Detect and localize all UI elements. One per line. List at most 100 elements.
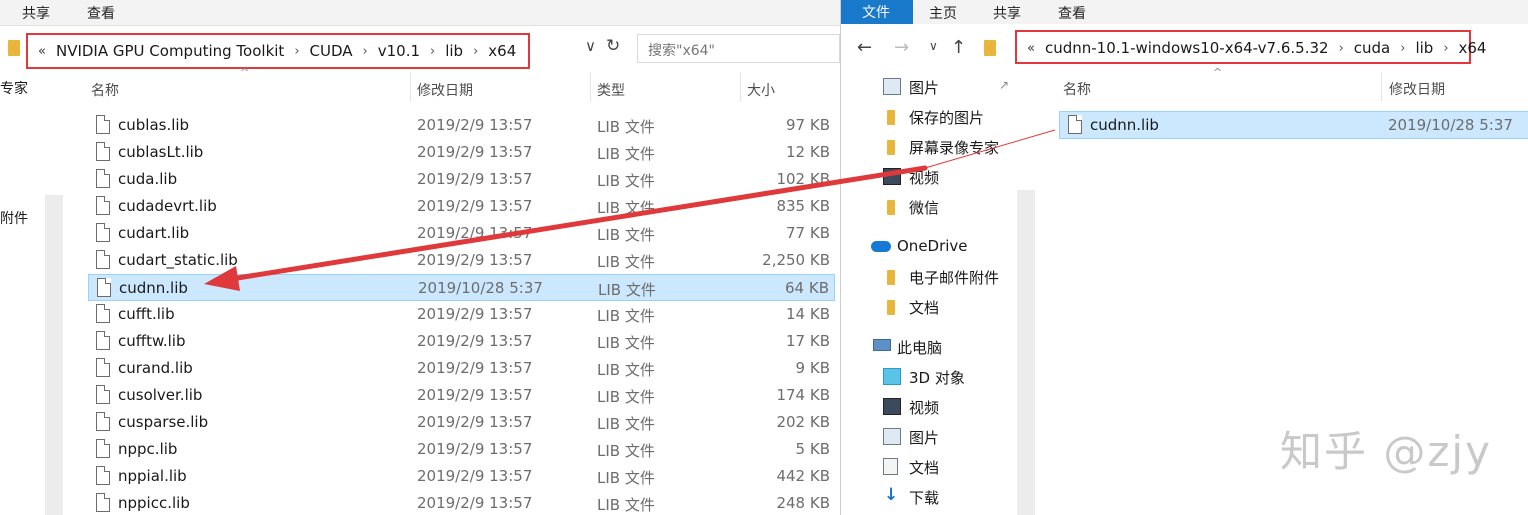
table-row[interactable]: nppial.lib 2019/2/9 13:57 LIB 文件 442 KB: [88, 463, 835, 490]
table-row[interactable]: cublasLt.lib 2019/2/9 13:57 LIB 文件 12 KB: [88, 139, 835, 166]
onedrive-icon: [871, 241, 891, 252]
column-header-name[interactable]: 名称: [1063, 79, 1091, 99]
file-date: 2019/2/9 13:57: [417, 413, 533, 431]
refresh-icon[interactable]: ↻: [606, 36, 620, 56]
ribbon-tab-view[interactable]: 查看: [87, 3, 115, 23]
file-type: LIB 文件: [597, 307, 655, 325]
table-row[interactable]: cusolver.lib 2019/2/9 13:57 LIB 文件 174 KB: [88, 382, 835, 409]
chevron-right-icon[interactable]: ›: [1443, 41, 1448, 56]
computer-icon: [873, 339, 891, 351]
file-size: 5 KB: [795, 440, 830, 458]
file-date: 2019/2/9 13:57: [417, 440, 533, 458]
table-row-selected[interactable]: cudnn.lib 2019/10/28 5:37: [1059, 111, 1528, 139]
column-divider[interactable]: [590, 72, 591, 102]
search-input[interactable]: 搜索"x64": [637, 34, 840, 63]
right-address-bar[interactable]: « cudnn-10.1-windows10-x64-v7.6.5.32 › c…: [1015, 30, 1486, 64]
table-row[interactable]: nppicc.lib 2019/2/9 13:57 LIB 文件 248 KB: [88, 490, 835, 515]
crumb-x64[interactable]: x64: [1459, 39, 1487, 57]
table-row[interactable]: cudart_static.lib 2019/2/9 13:57 LIB 文件 2,2…: [88, 247, 835, 274]
ribbon-tab-share[interactable]: 共享: [22, 3, 50, 23]
file-date: 2019/2/9 13:57: [417, 170, 533, 188]
file-date: 2019/2/9 13:57: [417, 224, 533, 242]
file-date: 2019/2/9 13:57: [417, 305, 533, 323]
address-overflow-icon[interactable]: «: [38, 44, 46, 59]
folder-icon: [887, 270, 895, 285]
file-name: cudadevrt.lib: [118, 197, 217, 215]
chevron-right-icon[interactable]: ›: [363, 44, 368, 59]
file-type: LIB 文件: [597, 253, 655, 271]
file-icon: [96, 385, 110, 404]
file-date: 2019/2/9 13:57: [417, 332, 533, 350]
table-row[interactable]: cufft.lib 2019/2/9 13:57 LIB 文件 14 KB: [88, 301, 835, 328]
file-icon: [96, 304, 110, 323]
left-address-bar[interactable]: « NVIDIA GPU Computing Toolkit › CUDA › …: [26, 33, 530, 69]
file-type: LIB 文件: [597, 145, 655, 163]
pictures-icon: [883, 78, 901, 95]
file-size: 2,250 KB: [762, 251, 830, 269]
file-size: 9 KB: [795, 359, 830, 377]
nav-scrollbar[interactable]: [45, 195, 63, 515]
crumb-x64[interactable]: x64: [488, 42, 516, 60]
ribbon-tab-home[interactable]: 主页: [929, 3, 957, 23]
file-size: 17 KB: [786, 332, 830, 350]
back-arrow-icon[interactable]: ←: [857, 37, 872, 58]
table-row[interactable]: cufftw.lib 2019/2/9 13:57 LIB 文件 17 KB: [88, 328, 835, 355]
file-date: 2019/2/9 13:57: [417, 494, 533, 512]
chevron-down-icon[interactable]: ∨: [585, 37, 596, 55]
column-header-date[interactable]: 修改日期: [1389, 79, 1445, 99]
table-row[interactable]: nppc.lib 2019/2/9 13:57 LIB 文件 5 KB: [88, 436, 835, 463]
table-row[interactable]: cudart.lib 2019/2/9 13:57 LIB 文件 77 KB: [88, 220, 835, 247]
file-size: 174 KB: [776, 386, 830, 404]
pin-icon[interactable]: ↗: [999, 78, 1009, 92]
table-row[interactable]: cublas.lib 2019/2/9 13:57 LIB 文件 97 KB: [88, 112, 835, 139]
file-size: 14 KB: [786, 305, 830, 323]
crumb-cudnn-package[interactable]: cudnn-10.1-windows10-x64-v7.6.5.32: [1045, 39, 1329, 57]
folder-icon: [887, 140, 895, 155]
file-size: 248 KB: [776, 494, 830, 512]
ribbon-tab-file[interactable]: 文件: [841, 0, 913, 24]
crumb-lib[interactable]: lib: [1415, 39, 1433, 57]
chevron-right-icon[interactable]: ›: [1400, 41, 1405, 56]
crumb-version[interactable]: v10.1: [378, 42, 420, 60]
column-header-type[interactable]: 类型: [597, 80, 625, 100]
nav-scrollbar[interactable]: [1017, 190, 1035, 515]
chevron-right-icon[interactable]: ›: [1339, 41, 1344, 56]
crumb-cuda[interactable]: cuda: [1354, 39, 1390, 57]
file-type: LIB 文件: [598, 281, 656, 299]
table-row[interactable]: cusparse.lib 2019/2/9 13:57 LIB 文件 202 KB: [88, 409, 835, 436]
ribbon-tab-share[interactable]: 共享: [993, 3, 1021, 23]
column-header-size[interactable]: 大小: [747, 80, 775, 100]
column-divider[interactable]: [1381, 72, 1382, 102]
file-name: cudnn.lib: [119, 279, 188, 297]
column-divider[interactable]: [740, 72, 741, 102]
video-icon: [883, 168, 901, 185]
file-date: 2019/2/9 13:57: [417, 251, 533, 269]
column-header-date[interactable]: 修改日期: [417, 80, 473, 100]
column-header-name[interactable]: 名称: [91, 80, 119, 100]
nav-item-partial[interactable]: 附件: [0, 208, 28, 228]
forward-arrow-icon[interactable]: →: [894, 37, 909, 58]
file-icon: [96, 493, 110, 512]
crumb-nvidia-toolkit[interactable]: NVIDIA GPU Computing Toolkit: [56, 42, 284, 60]
up-arrow-icon[interactable]: ↑: [951, 37, 966, 58]
table-row[interactable]: curand.lib 2019/2/9 13:57 LIB 文件 9 KB: [88, 355, 835, 382]
file-icon: [96, 115, 110, 134]
file-size: 202 KB: [776, 413, 830, 431]
file-icon: [96, 412, 110, 431]
table-row[interactable]: cudadevrt.lib 2019/2/9 13:57 LIB 文件 835 KB: [88, 193, 835, 220]
ribbon-tab-view[interactable]: 查看: [1058, 3, 1086, 23]
crumb-cuda[interactable]: CUDA: [310, 42, 353, 60]
chevron-right-icon[interactable]: ›: [430, 44, 435, 59]
sort-up-icon: ^: [1213, 66, 1223, 79]
chevron-right-icon[interactable]: ›: [473, 44, 478, 59]
table-row[interactable]: cuda.lib 2019/2/9 13:57 LIB 文件 102 KB: [88, 166, 835, 193]
column-divider[interactable]: [410, 72, 411, 102]
folder-icon: [887, 110, 895, 125]
file-type: LIB 文件: [597, 469, 655, 487]
chevron-right-icon[interactable]: ›: [294, 44, 299, 59]
nav-item-partial[interactable]: 专家: [0, 78, 28, 98]
recent-locations-chevron-icon[interactable]: ∨: [929, 39, 938, 53]
table-row-selected[interactable]: cudnn.lib 2019/10/28 5:37 LIB 文件 64 KB: [88, 274, 835, 301]
crumb-lib[interactable]: lib: [445, 42, 463, 60]
address-overflow-icon[interactable]: «: [1027, 41, 1035, 56]
